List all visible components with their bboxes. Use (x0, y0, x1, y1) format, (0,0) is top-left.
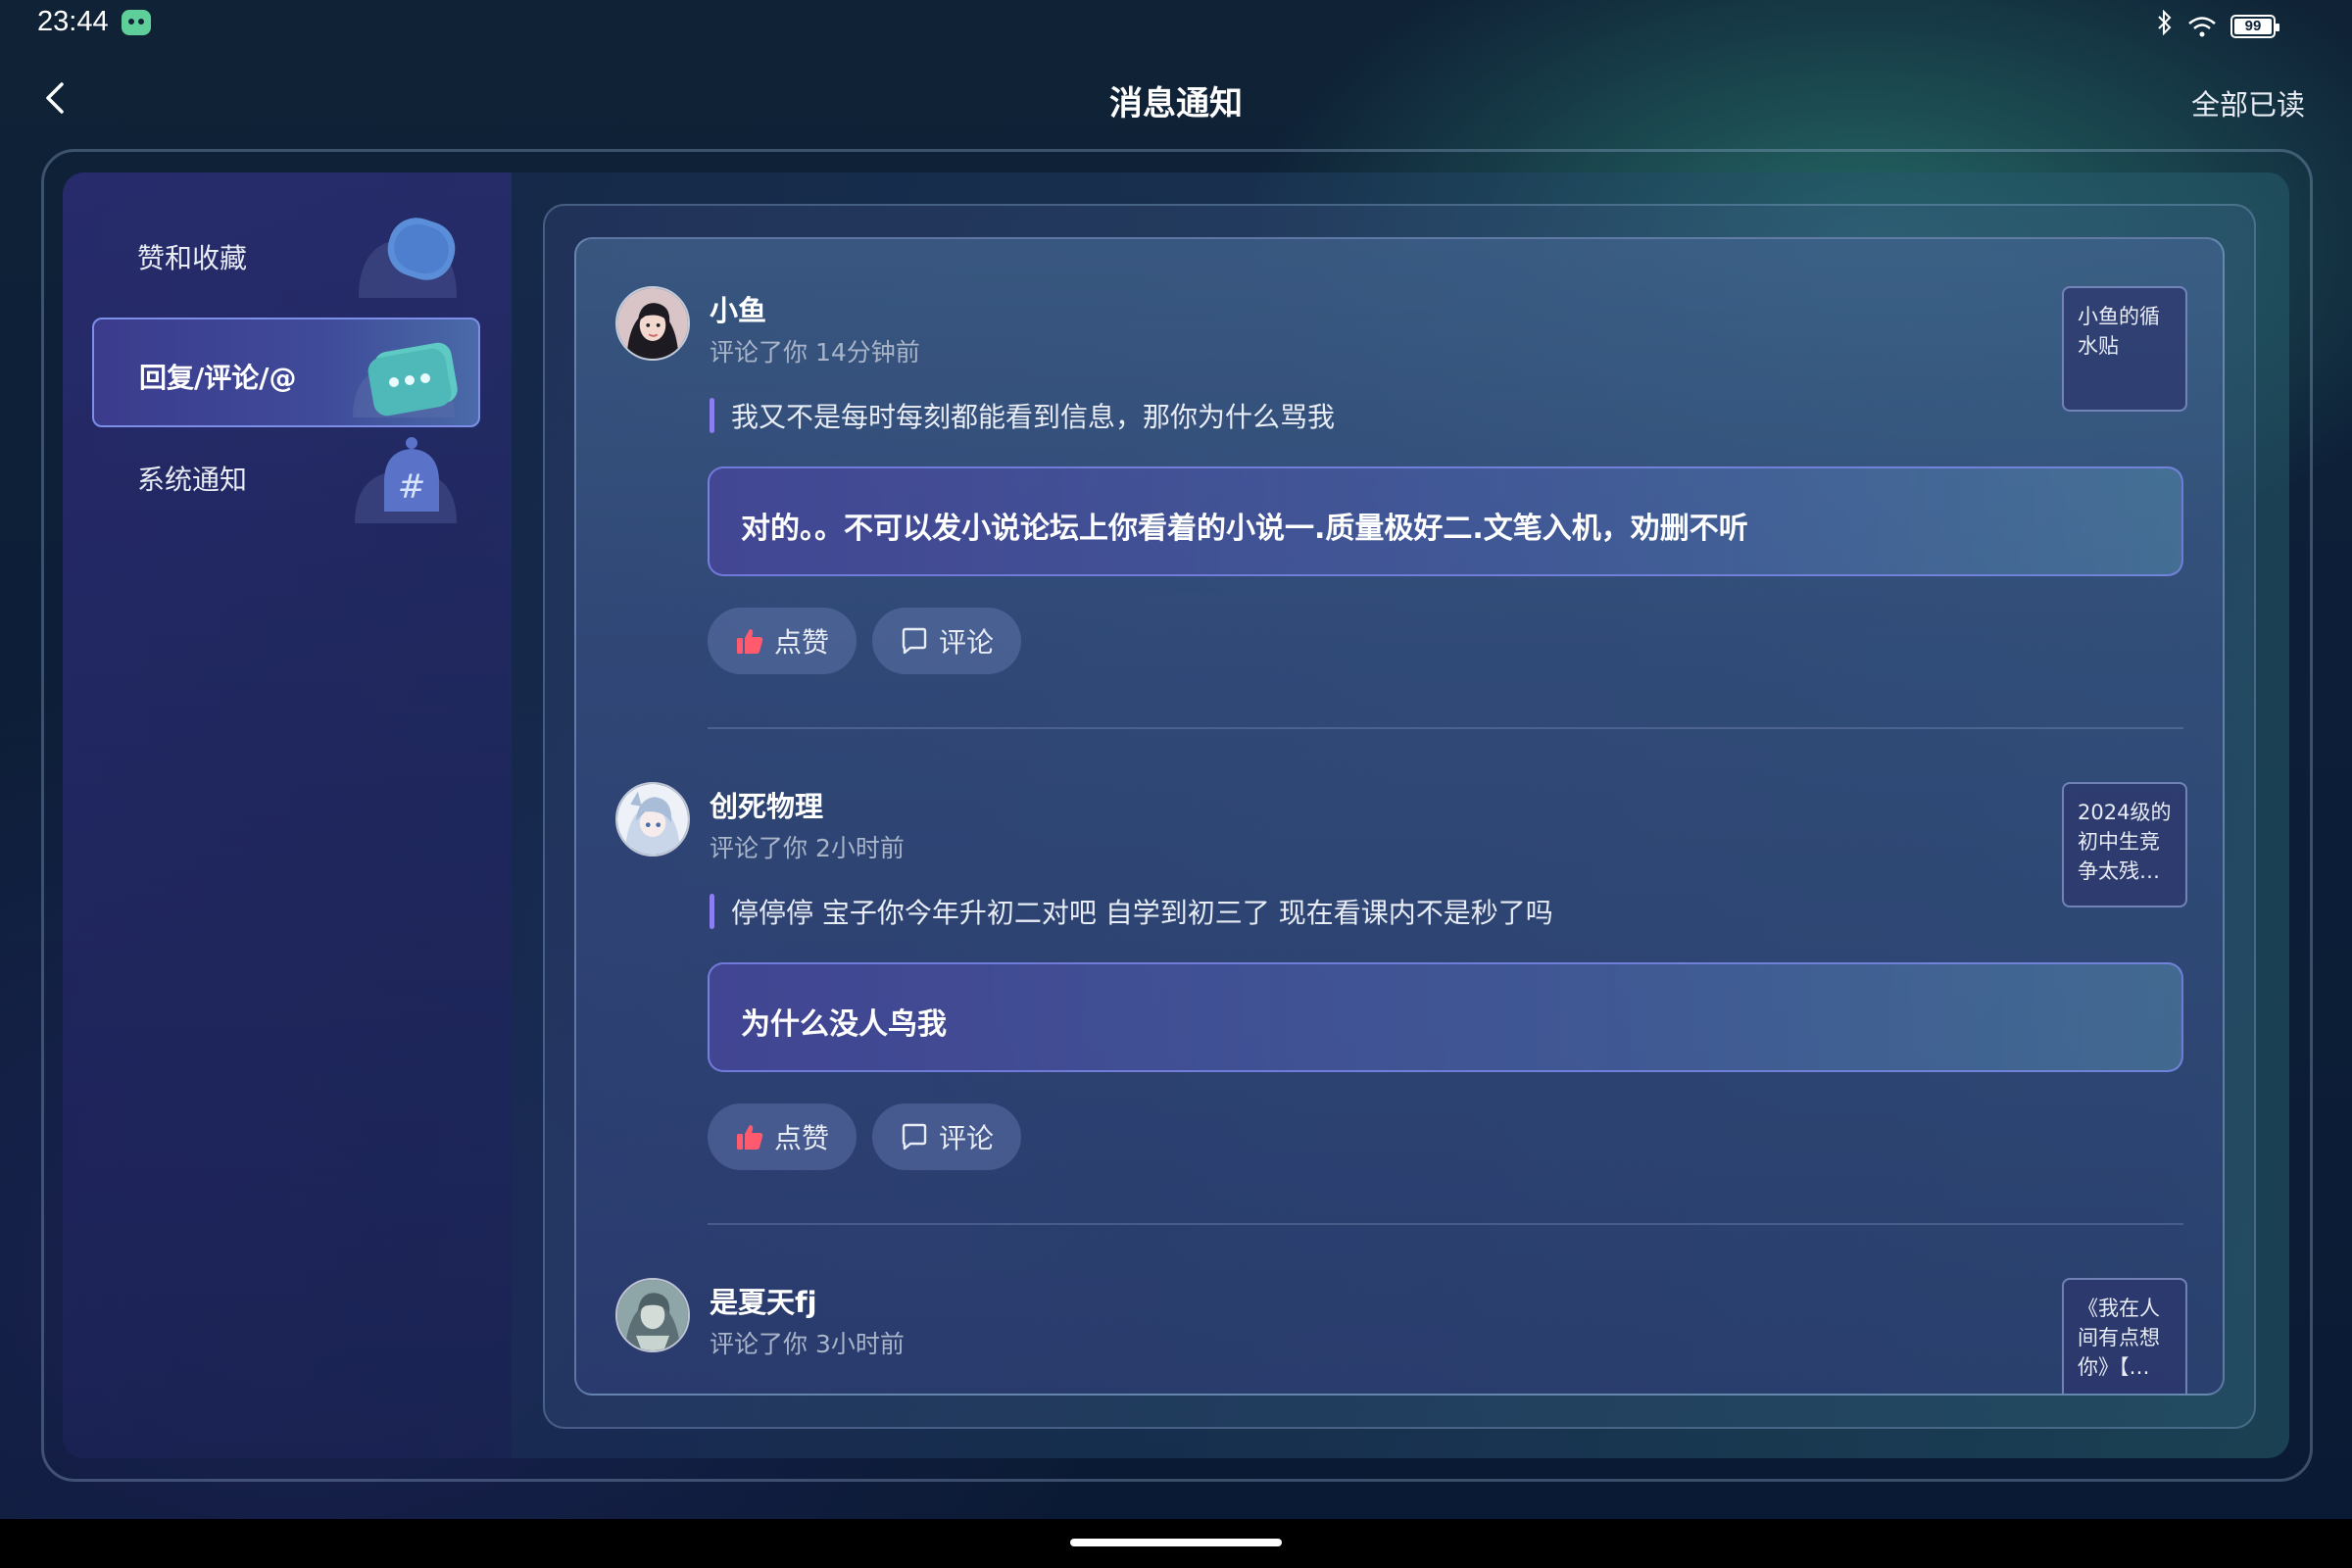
reply-text: 为什么没人鸟我 (741, 1007, 947, 1042)
sidebar-item-label: 回复/评论/@ (139, 362, 297, 394)
status-time: 23:44 (37, 6, 109, 37)
svg-text:#: # (398, 467, 426, 507)
status-icons: 99 (2156, 9, 2279, 42)
source-post-title: 小鱼的循水贴 (2078, 305, 2160, 358)
bell-hash-icon: # (355, 437, 457, 523)
quoted-comment: 停停停 宝子你今年升初二对吧 自学到初三了 现在看课内不是秒了吗 (710, 892, 1553, 931)
notice-username[interactable]: 创死物理 (710, 784, 823, 825)
source-post-card[interactable]: 2024级的初中生竞争太残… (2062, 782, 2187, 907)
sidebar-item-label: 赞和收藏 (137, 242, 248, 274)
comment-label: 评论 (939, 1122, 995, 1154)
home-indicator[interactable] (1070, 1539, 1282, 1546)
comment-button[interactable]: 评论 (872, 1103, 1022, 1170)
avatar[interactable] (615, 1278, 690, 1352)
source-post-card[interactable]: 《我在人间有点想你》【… (2062, 1278, 2187, 1394)
battery-icon: 99 (2230, 14, 2279, 38)
notice-list: 小鱼 评论了你 14分钟前 我又不是每时每刻都能看到信息，那你为什么骂我 对的。… (574, 237, 2225, 1396)
page-title: 消息通知 (1109, 84, 1243, 123)
quoted-comment: 我又不是每时每刻都能看到信息，那你为什么骂我 (710, 396, 1335, 435)
sidebar-item-label: 系统通知 (137, 464, 248, 496)
source-post-title: 《我在人间有点想你》【… (2078, 1297, 2160, 1379)
header: 消息通知 全部已读 (0, 59, 2352, 137)
avatar[interactable] (615, 286, 690, 361)
notice-meta: 评论了你 2小时前 (710, 834, 905, 862)
android-robot-icon (122, 10, 151, 35)
bluetooth-icon (2156, 9, 2174, 42)
chat-bubble-icon (353, 342, 458, 417)
sidebar-item-system[interactable]: 系统通知 # (92, 423, 480, 533)
wifi-icon (2187, 15, 2217, 38)
comment-icon (902, 627, 927, 655)
sidebar-item-replies[interactable]: 回复/评论/@ (92, 318, 480, 427)
heart-bubble-icon (359, 218, 457, 298)
thumbs-up-icon (737, 1125, 763, 1150)
comment-icon (902, 1123, 927, 1151)
divider (708, 727, 2183, 729)
comment-button[interactable]: 评论 (872, 608, 1022, 674)
avatar[interactable] (615, 782, 690, 857)
notice-username[interactable]: 是夏天fj (710, 1280, 817, 1321)
comment-label: 评论 (939, 626, 995, 659)
sidebar: 赞和收藏 回复/评论/@ 系统通知 # (63, 172, 512, 1458)
notice-username[interactable]: 小鱼 (710, 288, 766, 329)
source-post-title: 2024级的初中生竞争太残… (2078, 801, 2172, 883)
reply-box[interactable]: 对的。。不可以发小说论坛上你看着的小说一.质量极好二.文笔入机，劝删不听 (708, 466, 2183, 576)
status-bar: 23:44 99 (0, 0, 2352, 51)
like-label: 点赞 (774, 626, 830, 659)
notice-meta: 评论了你 14分钟前 (710, 338, 920, 367)
notice-meta: 评论了你 3小时前 (710, 1330, 905, 1358)
like-button[interactable]: 点赞 (708, 1103, 858, 1170)
source-post-card[interactable]: 小鱼的循水贴 (2062, 286, 2187, 412)
battery-level: 99 (2244, 18, 2262, 34)
sidebar-item-likes[interactable]: 赞和收藏 (92, 202, 480, 312)
mark-all-read-button[interactable]: 全部已读 (2191, 82, 2305, 123)
divider (708, 1223, 2183, 1225)
reply-text: 对的。。不可以发小说论坛上你看着的小说一.质量极好二.文笔入机，劝删不听 (741, 512, 1748, 546)
reply-box[interactable]: 为什么没人鸟我 (708, 962, 2183, 1072)
thumbs-up-icon (737, 629, 763, 654)
like-label: 点赞 (774, 1122, 830, 1154)
like-button[interactable]: 点赞 (708, 608, 858, 674)
